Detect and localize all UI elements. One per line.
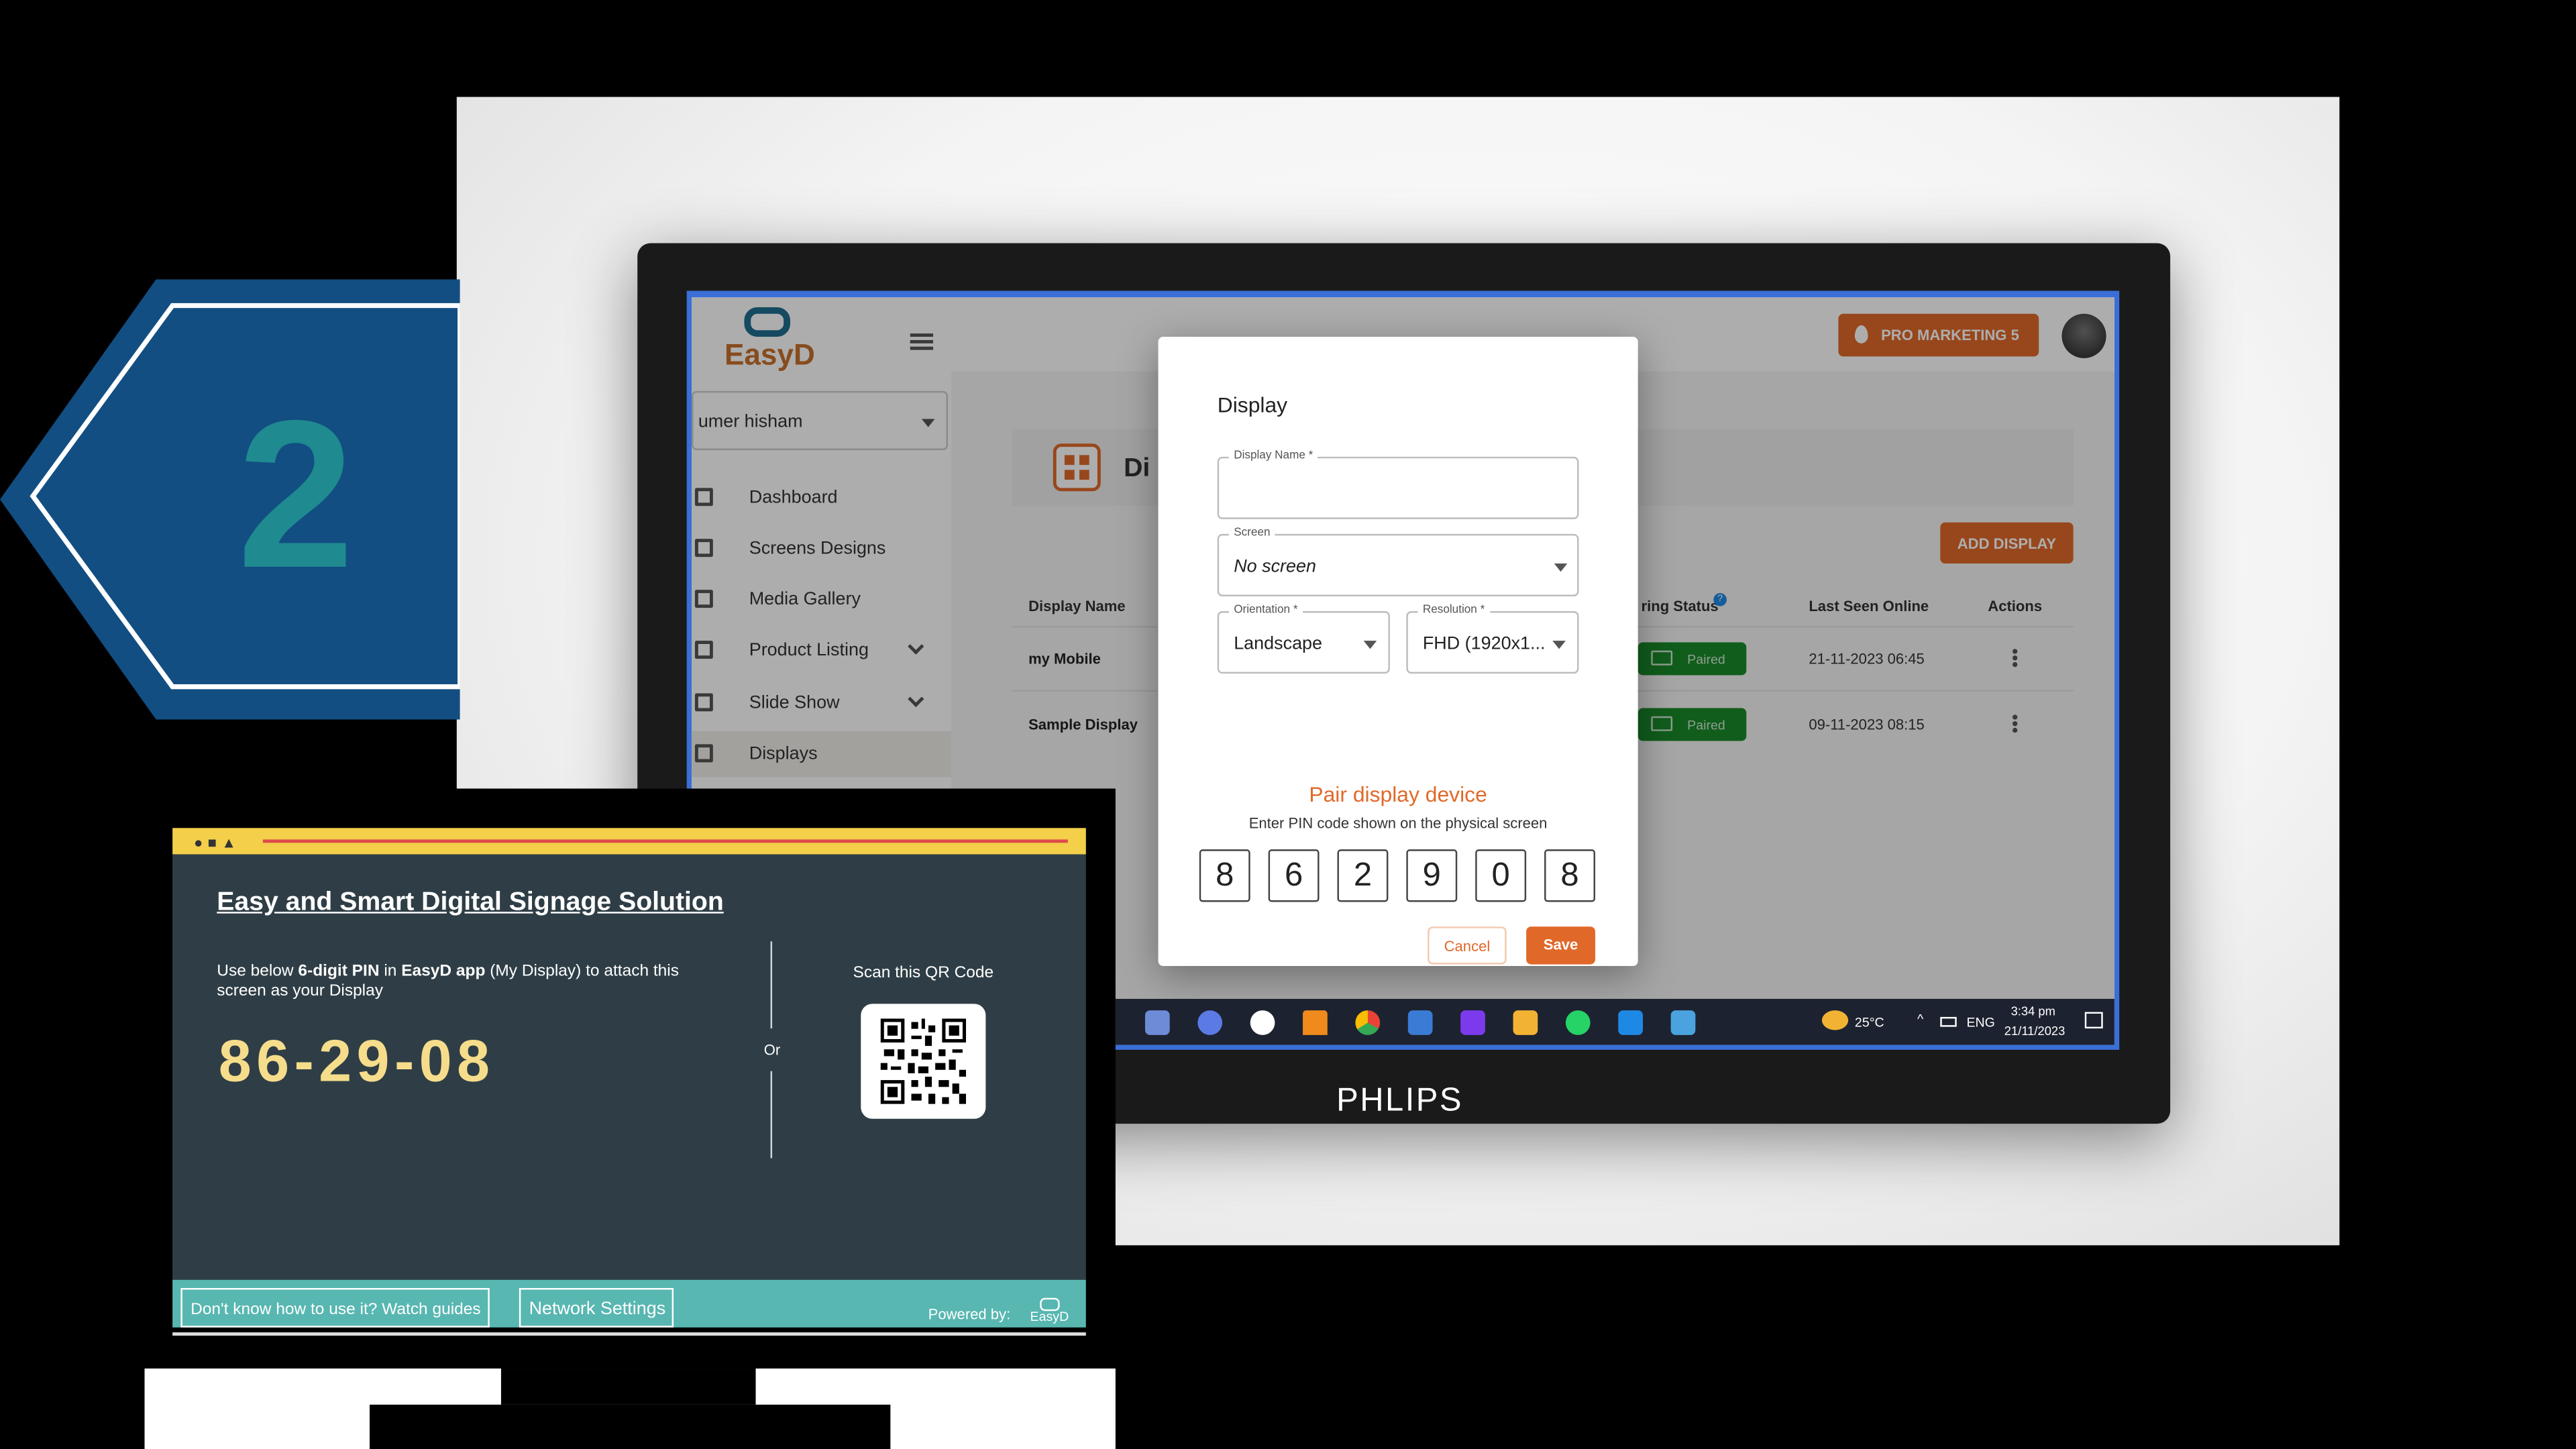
- vlc-icon[interactable]: [1303, 1010, 1328, 1035]
- image-app-icon[interactable]: [1670, 1010, 1696, 1035]
- card-title-strip: [172, 828, 1086, 855]
- pin-digit-input[interactable]: 8: [1544, 849, 1595, 902]
- step-number: 2: [237, 378, 354, 613]
- pin-digit-input[interactable]: 8: [1199, 849, 1250, 902]
- pin-code: 86-29-08: [218, 1026, 495, 1095]
- media-player-icon[interactable]: [1197, 1010, 1223, 1035]
- qr-code: [861, 1004, 986, 1119]
- field-label: Resolution *: [1417, 604, 1490, 616]
- monitor-brand: PHLIPS: [1336, 1082, 1464, 1119]
- weather-temp: 25°C: [1854, 1015, 1884, 1030]
- field-label: Orientation *: [1228, 604, 1303, 616]
- window-dots-icon: ●■▲: [193, 835, 241, 851]
- scan-label: Scan this QR Code: [853, 964, 994, 983]
- pin-digit-input[interactable]: 6: [1268, 849, 1320, 902]
- chevron-down-icon: [1552, 641, 1566, 649]
- display-dialog: Display Display Name * Screen No screen …: [1158, 337, 1638, 967]
- chrome-icon[interactable]: [1355, 1010, 1381, 1035]
- cancel-button[interactable]: Cancel: [1428, 926, 1507, 965]
- save-button[interactable]: Save: [1526, 926, 1595, 965]
- display-name-field[interactable]: Display Name *: [1217, 450, 1579, 519]
- or-label: Or: [763, 1041, 781, 1059]
- clock-date[interactable]: 21/11/2023: [2004, 1024, 2065, 1038]
- windows-taskbar: 25°C ^ ENG 3:34 pm 21/11/2023: [1115, 998, 2114, 1045]
- whatsapp-icon[interactable]: [1565, 1010, 1591, 1035]
- field-label: Display Name *: [1228, 450, 1318, 462]
- resolution-select[interactable]: Resolution * FHD (1920x1...: [1406, 604, 1579, 674]
- explorer-icon[interactable]: [1144, 1010, 1170, 1035]
- language-indicator[interactable]: ENG: [1966, 1015, 1994, 1030]
- field-value: Landscape: [1234, 634, 1323, 654]
- folder-icon[interactable]: [1513, 1010, 1538, 1035]
- powered-by-label: Powered by:: [928, 1305, 1011, 1323]
- field-value: FHD (1920x1...: [1422, 634, 1546, 654]
- divider: [770, 941, 773, 1029]
- bootstrap-icon[interactable]: [1460, 1010, 1485, 1035]
- weather-icon[interactable]: [1821, 1010, 1849, 1030]
- dialog-title: Display: [1217, 392, 1288, 418]
- watch-guides-button[interactable]: Don't know how to use it? Watch guides: [180, 1288, 489, 1328]
- divider: [770, 1071, 773, 1159]
- clock-time[interactable]: 3:34 pm: [2011, 1004, 2055, 1018]
- notification-icon[interactable]: [2084, 1012, 2103, 1029]
- field-value: No screen: [1234, 557, 1316, 577]
- vscode-icon[interactable]: [1618, 1010, 1643, 1035]
- pin-digit-input[interactable]: 9: [1406, 849, 1458, 902]
- pin-digit-input[interactable]: 2: [1337, 849, 1389, 902]
- card-bottom-edge: [172, 1332, 1086, 1336]
- network-settings-button[interactable]: Network Settings: [519, 1288, 674, 1328]
- pair-title: Pair display device: [1309, 782, 1487, 807]
- chevron-down-icon: [1554, 564, 1568, 572]
- card-description: Use below 6-digit PIN in EasyD app (My D…: [217, 963, 679, 1001]
- screen-select[interactable]: Screen No screen: [1217, 527, 1579, 596]
- chevron-down-icon: [1363, 641, 1377, 649]
- pin-digit-input[interactable]: 0: [1475, 849, 1527, 902]
- qr-code-icon: [880, 1018, 967, 1104]
- easyd-footer-logo: EasyD: [1030, 1297, 1077, 1328]
- battery-icon[interactable]: [1940, 1016, 1957, 1027]
- tray-chevron-up-icon[interactable]: ^: [1917, 1012, 1923, 1027]
- stand-notch: [500, 1368, 756, 1405]
- github-icon[interactable]: [1250, 1010, 1275, 1035]
- orientation-select[interactable]: Orientation * Landscape: [1217, 604, 1390, 674]
- pair-subtitle: Enter PIN code shown on the physical scr…: [1248, 814, 1548, 832]
- stand-base: [370, 1404, 891, 1449]
- card-title: Easy and Smart Digital Signage Solution: [217, 888, 724, 917]
- field-label: Screen: [1228, 527, 1275, 539]
- store-icon[interactable]: [1407, 1010, 1433, 1035]
